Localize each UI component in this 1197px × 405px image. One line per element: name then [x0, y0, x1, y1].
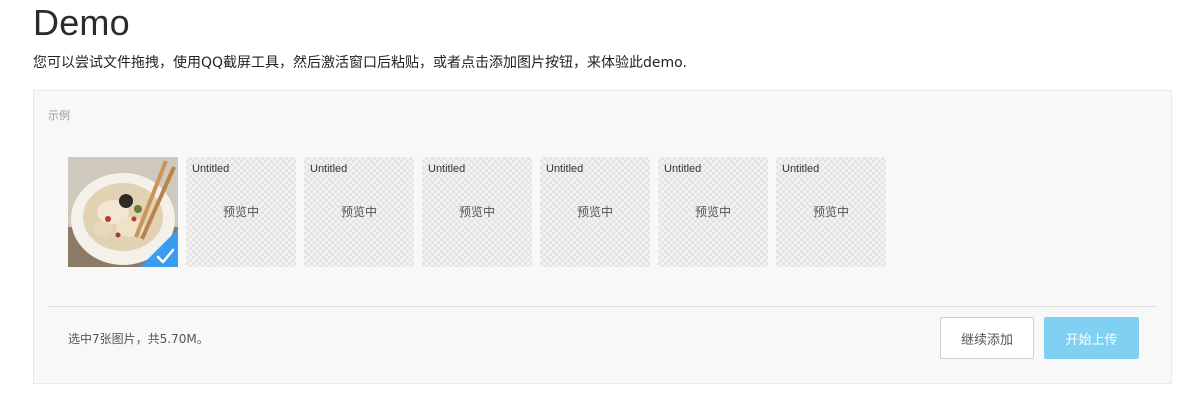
file-title: Untitled [192, 163, 230, 175]
divider [48, 306, 1157, 307]
file-thumb[interactable]: Untitled 预览中 [304, 157, 414, 267]
panel-label: 示例 [48, 109, 70, 122]
uploader-panel: 示例 Untitled 预览中 Untitled 预览中 Untitled 预览… [33, 90, 1172, 384]
file-thumb[interactable]: Untitled 预览中 [422, 157, 532, 267]
file-thumb[interactable]: Untitled 预览中 [540, 157, 650, 267]
checkmark-icon [140, 229, 178, 267]
start-upload-button[interactable]: 开始上传 [1044, 317, 1139, 359]
file-status: 预览中 [458, 205, 495, 219]
file-status: 预览中 [812, 205, 849, 219]
file-thumb[interactable]: Untitled 预览中 [658, 157, 768, 267]
file-title: Untitled [310, 163, 348, 175]
add-more-button[interactable]: 继续添加 [940, 317, 1034, 359]
file-title: Untitled [546, 163, 584, 175]
file-title: Untitled [782, 163, 820, 175]
page-description: 您可以尝试文件拖拽，使用QQ截屏工具，然后激活窗口后粘贴，或者点击添加图片按钮，… [33, 55, 687, 71]
file-title: Untitled [664, 163, 702, 175]
file-status: 预览中 [222, 205, 259, 219]
selection-summary: 选中7张图片，共5.70M。 [68, 332, 209, 346]
file-thumb[interactable]: Untitled 预览中 [186, 157, 296, 267]
file-status: 预览中 [694, 205, 731, 219]
file-thumb[interactable]: Untitled 预览中 [776, 157, 886, 267]
file-thumb-photo[interactable] [68, 157, 178, 267]
file-status: 预览中 [576, 205, 613, 219]
file-title: Untitled [428, 163, 466, 175]
page-title: Demo [33, 2, 130, 43]
file-status: 预览中 [340, 205, 377, 219]
